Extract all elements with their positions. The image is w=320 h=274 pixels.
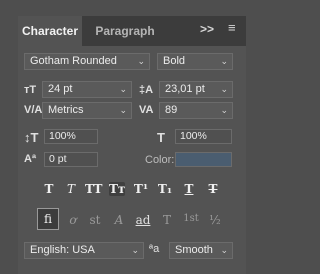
chevron-down-icon: ⌄ [119,105,127,115]
fractions-button[interactable]: ½ [207,213,223,227]
all-caps-button[interactable]: TT [85,182,102,196]
horizontal-scale-icon: T [157,130,165,145]
antialias-value: Smooth [175,244,213,256]
tracking-icon: VA [139,104,154,116]
leading-value: 23,01 pt [165,83,205,95]
titling-button[interactable]: T [159,213,175,227]
chevron-down-icon: ⌄ [220,105,228,115]
underline-button[interactable]: T [181,182,197,196]
swash-button[interactable]: A [111,213,127,227]
font-style-value: Bold [163,55,186,67]
kerning-value: Metrics [48,104,84,116]
superscript-button[interactable]: T¹ [133,182,149,196]
tab-character[interactable]: Character [18,16,82,46]
panel-menu-icon[interactable]: ≡ [228,20,240,35]
antialias-icon: ªa [149,243,160,255]
chevron-down-icon: ⌄ [131,245,139,255]
chevron-down-icon: ⌄ [220,245,228,255]
faux-italic-button[interactable]: T [63,182,79,196]
chevron-down-icon: ⌄ [220,84,228,94]
font-size-value: 24 pt [48,83,73,95]
tab-paragraph[interactable]: Paragraph [90,16,160,46]
strikethrough-button[interactable]: T [205,182,221,196]
color-label: Color: [145,154,175,166]
vertical-scale-field[interactable]: 100% [44,129,98,144]
chevron-down-icon: ⌄ [220,56,228,66]
chevron-down-icon: ⌄ [137,56,145,66]
font-size-icon: тT [24,84,37,96]
vertical-scale-icon: ↕T [24,130,39,145]
font-family-value: Gotham Rounded [30,55,117,67]
old-style-button[interactable]: ơ [65,213,81,227]
language-select[interactable]: English: USA ⌄ [24,242,144,259]
chevron-down-icon: ⌄ [119,84,127,94]
font-size-select[interactable]: 24 pt ⌄ [42,81,132,98]
leading-select[interactable]: 23,01 pt ⌄ [159,81,233,98]
ligatures-button[interactable]: fi [37,208,59,230]
tracking-select[interactable]: 89 ⌄ [159,102,233,119]
horizontal-scale-field[interactable]: 100% [175,129,232,144]
small-caps-button[interactable]: Tт [109,182,125,196]
discretionary-ligatures-button[interactable]: st [87,213,103,227]
language-value: English: USA [30,244,95,256]
kerning-select[interactable]: Metrics ⌄ [42,102,132,119]
leading-icon: ‡A [139,84,154,96]
faux-bold-button[interactable]: T [41,182,57,196]
font-style-select[interactable]: Bold ⌄ [157,53,233,70]
baseline-shift-field[interactable]: 0 pt [44,152,98,167]
color-swatch[interactable] [175,152,232,167]
tracking-value: 89 [165,104,178,116]
antialias-select[interactable]: Smooth ⌄ [169,242,233,259]
subscript-button[interactable]: T₁ [157,182,173,196]
collapse-icon[interactable]: >> [200,22,214,36]
font-family-select[interactable]: Gotham Rounded ⌄ [24,53,150,70]
contextual-alternates-button[interactable]: ad [135,213,151,227]
baseline-shift-icon: Aª [24,153,37,165]
ordinals-button[interactable]: 1st [183,213,199,224]
kerning-icon: V/A [24,104,43,116]
